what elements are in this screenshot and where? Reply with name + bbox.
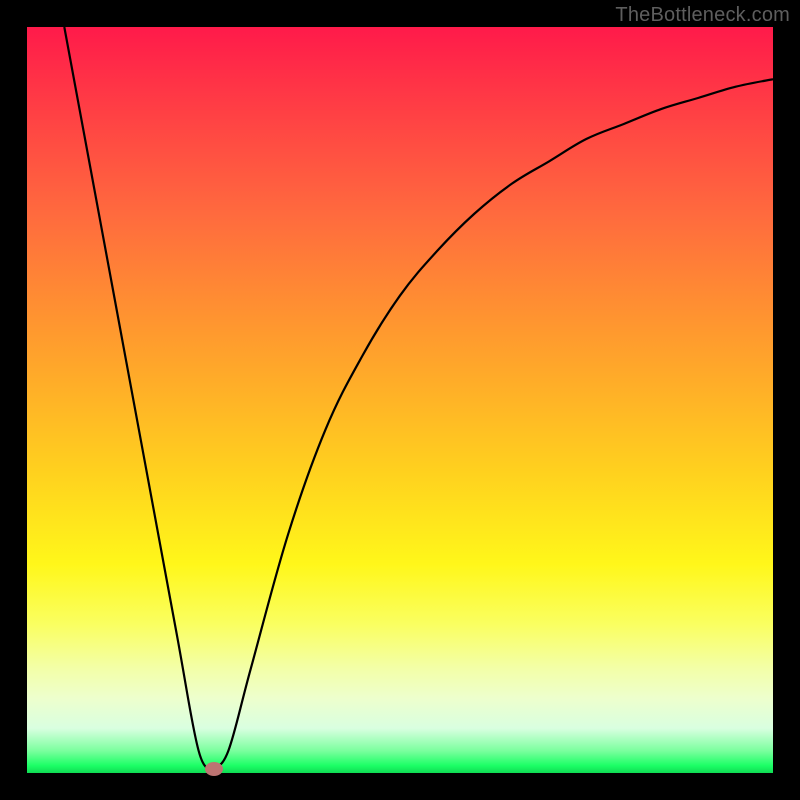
curve-path-left [64,27,213,769]
plot-area [27,27,773,773]
curve-path-right [214,79,774,769]
curve-svg [27,27,773,773]
watermark-text: TheBottleneck.com [615,4,790,27]
chart-frame: TheBottleneck.com [0,0,800,800]
minimum-marker [205,762,223,776]
